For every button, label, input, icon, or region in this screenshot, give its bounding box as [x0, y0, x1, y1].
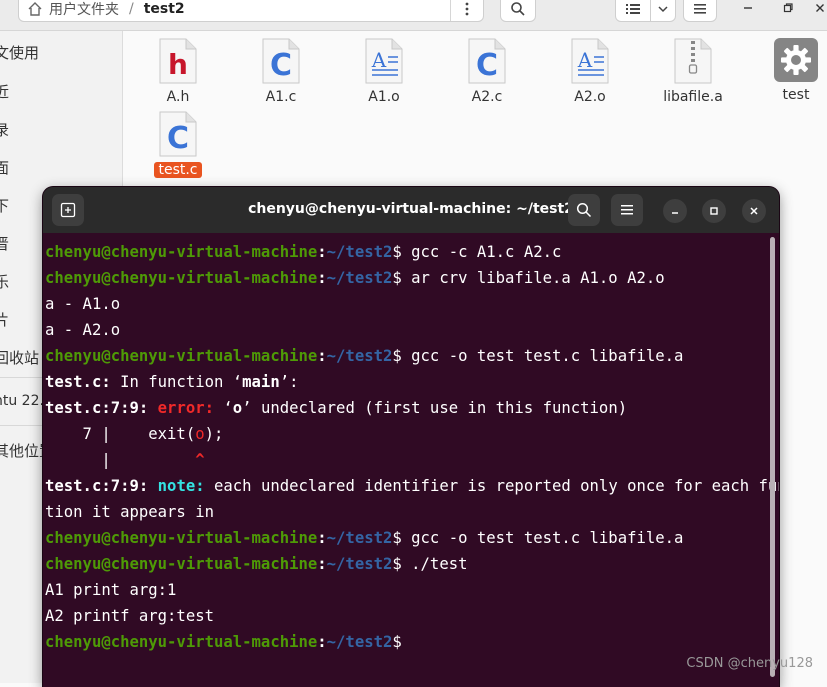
svg-text:A: A: [371, 48, 387, 72]
file-item[interactable]: C A1.c: [241, 37, 321, 105]
search-button[interactable]: [500, 0, 536, 22]
vertical-dots-icon: [465, 2, 469, 16]
chevron-down-icon: [658, 6, 668, 13]
prompt-line-current[interactable]: chenyu@chenyu-virtual-machine:~/test2$: [45, 629, 765, 655]
svg-text:C: C: [476, 48, 498, 83]
file-name: A2.c: [471, 89, 503, 105]
note-line: test.c:7:9: note: each undeclared identi…: [45, 477, 779, 495]
maximize-button[interactable]: [776, 0, 800, 16]
terminal-output[interactable]: chenyu@chenyu-virtual-machine:~/test2$ g…: [45, 239, 779, 655]
file-name: libafile.a: [663, 89, 723, 105]
c-source-file-icon: C: [159, 111, 197, 157]
file-name: A1.c: [265, 89, 297, 105]
path-segment-home[interactable]: 用户文件夹: [49, 0, 119, 19]
svg-text:A: A: [577, 48, 593, 72]
search-icon: [576, 202, 592, 218]
caret-line: | ^: [45, 451, 205, 469]
file-name: A2.o: [574, 89, 606, 105]
output-line: a - A2.o: [45, 321, 121, 339]
sidebar-item-downloads[interactable]: 下: [0, 195, 9, 216]
archive-file-icon: [674, 38, 712, 84]
file-name: test.c: [154, 162, 202, 178]
list-view-icon: [626, 4, 640, 14]
command-text: gcc -c A1.c A2.c: [401, 243, 562, 261]
file-name: test: [782, 87, 810, 103]
maximize-icon: [710, 207, 718, 215]
command-text: gcc -o test test.c libafile.a: [401, 347, 684, 365]
error-line: test.c:7:9: error: ‘o’ undeclared (first…: [45, 399, 628, 417]
minimize-icon: [744, 7, 752, 9]
file-item[interactable]: C A2.c: [447, 37, 527, 105]
output-line: a - A1.o: [45, 295, 121, 313]
path-menu-button[interactable]: [450, 0, 483, 21]
prompt-line: chenyu@chenyu-virtual-machine:~/test2$ g…: [45, 347, 684, 365]
terminal-close-button[interactable]: [742, 199, 766, 223]
view-list-button[interactable]: [615, 0, 651, 22]
sidebar-item-music-a[interactable]: 晋: [0, 233, 9, 254]
output-line: A2 printf arg:test: [45, 607, 214, 625]
prompt-line: chenyu@chenyu-virtual-machine:~/test2$ g…: [45, 243, 562, 261]
command-text: ./test: [401, 555, 468, 573]
sidebar-item-music[interactable]: 乐: [0, 271, 9, 292]
prompt-line: chenyu@chenyu-virtual-machine:~/test2$ .…: [45, 555, 468, 573]
terminal-maximize-button[interactable]: [702, 199, 726, 223]
sidebar-item-recent-used[interactable]: 文使用: [0, 42, 39, 63]
output-line: A1 print arg:1: [45, 581, 177, 599]
note-line: tion it appears in: [45, 503, 214, 521]
hamburger-icon: [621, 205, 633, 215]
sidebar-item-recent[interactable]: 近: [0, 81, 9, 102]
home-icon[interactable]: [27, 1, 43, 17]
terminal-window[interactable]: chenyu@chenyu-virtual-machine: ~/test2 c…: [43, 187, 779, 687]
file-name: A.h: [166, 89, 190, 105]
terminal-scrollbar[interactable]: [770, 237, 775, 677]
command-text: ar crv libafile.a A1.o A2.o: [401, 269, 665, 287]
file-item[interactable]: A A1.o: [344, 37, 424, 105]
command-text: gcc -o test test.c libafile.a: [401, 529, 684, 547]
svg-text:C: C: [167, 121, 189, 156]
svg-text:h: h: [168, 48, 188, 81]
watermark: CSDN @chenyu128: [686, 656, 813, 671]
file-item[interactable]: h A.h: [138, 37, 218, 105]
svg-text:C: C: [270, 48, 292, 83]
path-separator: /: [129, 1, 134, 17]
sidebar-item-pictures[interactable]: 片: [0, 309, 9, 330]
close-icon: [816, 4, 824, 12]
file-item[interactable]: test: [756, 37, 827, 103]
terminal-menu-button[interactable]: [611, 194, 643, 226]
terminal-titlebar[interactable]: chenyu@chenyu-virtual-machine: ~/test2: [43, 187, 779, 233]
close-button[interactable]: [808, 0, 827, 16]
path-bar[interactable]: 用户文件夹 / test2: [18, 0, 484, 22]
file-item-selected[interactable]: C test.c: [138, 110, 218, 178]
terminal-search-button[interactable]: [568, 194, 600, 226]
minimize-icon: [672, 212, 678, 214]
hamburger-icon: [694, 4, 706, 14]
object-file-icon: A: [571, 38, 609, 84]
search-icon: [511, 2, 525, 16]
terminal-minimize-button[interactable]: [663, 199, 687, 223]
close-icon: [750, 207, 758, 215]
sidebar-item-ubuntu-volume[interactable]: ntu 22.: [0, 393, 44, 409]
header-file-icon: h: [159, 38, 197, 84]
executable-gear-icon: [774, 38, 818, 82]
file-item[interactable]: A A2.o: [550, 37, 630, 105]
file-manager-header: 用户文件夹 / test2: [0, 0, 827, 31]
sidebar-item-directory[interactable]: 录: [0, 119, 9, 140]
sidebar-item-trash[interactable]: 回收站: [0, 347, 39, 368]
path-segment-current[interactable]: test2: [144, 1, 185, 17]
object-file-icon: A: [365, 38, 403, 84]
file-item[interactable]: libafile.a: [653, 37, 733, 105]
view-options-button[interactable]: [650, 0, 676, 22]
file-name: A1.o: [368, 89, 400, 105]
c-source-file-icon: C: [468, 38, 506, 84]
c-source-file-icon: C: [262, 38, 300, 84]
sidebar-item-desktop[interactable]: 面: [0, 157, 9, 178]
source-line: 7 | exit(o);: [45, 425, 224, 443]
output-line: test.c: In function ‘main’:: [45, 373, 299, 391]
prompt-line: chenyu@chenyu-virtual-machine:~/test2$ g…: [45, 529, 684, 547]
main-menu-button[interactable]: [683, 0, 717, 22]
restore-icon: [783, 3, 793, 13]
minimize-button[interactable]: [736, 0, 760, 16]
prompt-line: chenyu@chenyu-virtual-machine:~/test2$ a…: [45, 269, 665, 287]
